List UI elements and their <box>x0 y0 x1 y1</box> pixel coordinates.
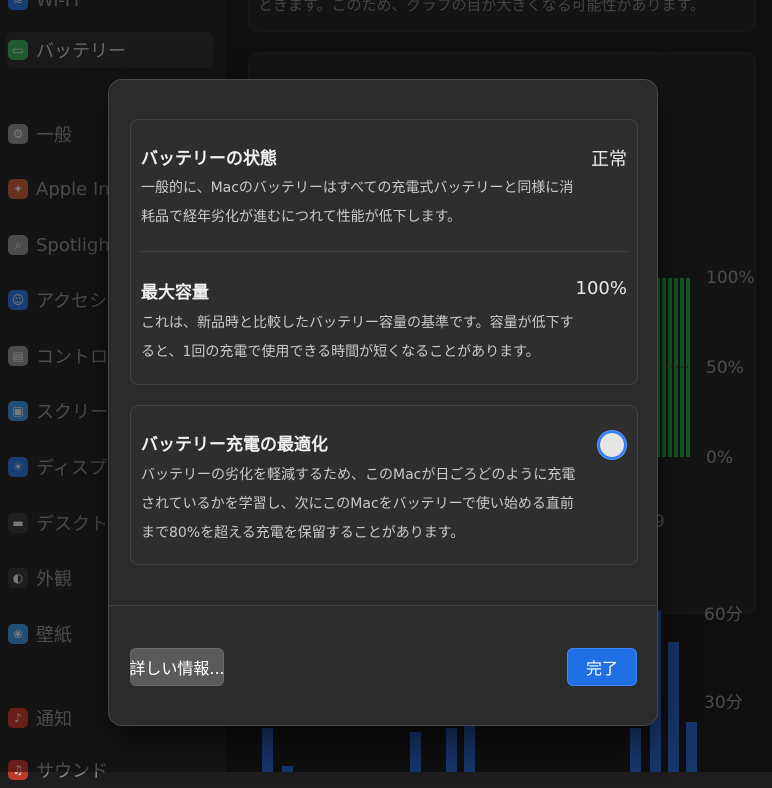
max-capacity-description: これは、新品時と比較したバッテリー容量の基準です。容量が低下すると、1回の充電で… <box>141 315 574 360</box>
battery-health-description: 一般的に、Macのバッテリーはすべての充電式バッテリーと同様に消耗品で経年劣化が… <box>141 180 574 225</box>
battery-health-title: バッテリーの状態 <box>141 149 277 169</box>
optimized-charging-section: バッテリー充電の最適化 バッテリーの劣化を軽減するため、このMacが日ごろどのよ… <box>130 405 638 565</box>
optimized-charging-title: バッテリー充電の最適化 <box>141 435 328 455</box>
optimized-charging-toggle[interactable] <box>597 430 627 460</box>
more-info-button[interactable]: 詳しい情報... <box>129 648 225 686</box>
max-capacity-value: 100% <box>575 278 627 299</box>
section-divider <box>141 251 627 252</box>
health-section: バッテリーの状態 正常 一般的に、Macのバッテリーはすべての充電式バッテリーと… <box>130 119 638 385</box>
optimized-charging-description: バッテリーの劣化を軽減するため、このMacが日ごろどのように充電されているかを学… <box>141 467 576 541</box>
done-button[interactable]: 完了 <box>567 648 637 686</box>
footer-divider <box>109 605 657 606</box>
max-capacity-title: 最大容量 <box>141 283 209 303</box>
battery-health-value: 正常 <box>591 149 627 170</box>
toggle-knob <box>600 433 624 457</box>
battery-health-sheet: バッテリーの状態 正常 一般的に、Macのバッテリーはすべての充電式バッテリーと… <box>108 79 658 726</box>
